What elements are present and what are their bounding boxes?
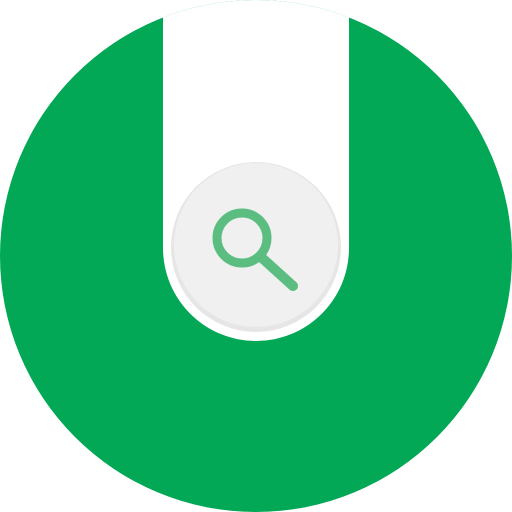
search-button[interactable] xyxy=(174,163,338,327)
app-icon-canvas xyxy=(0,0,512,512)
app-icon[interactable] xyxy=(0,0,512,512)
